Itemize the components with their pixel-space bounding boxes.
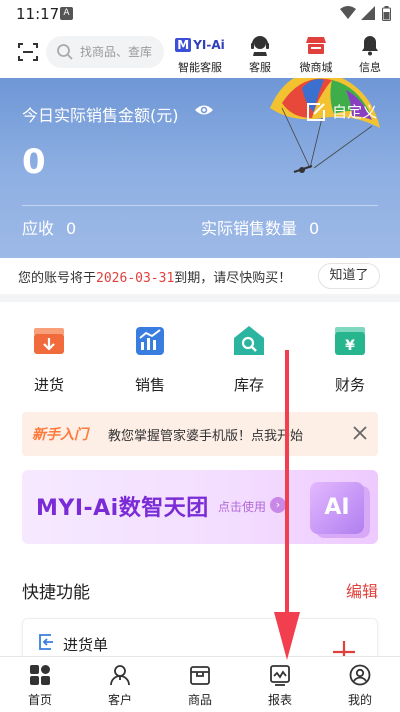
top-bar: MYI-Ai 智能客服 客服 微商城 信息	[0, 28, 400, 78]
tab-reports[interactable]: 报表	[250, 663, 310, 708]
grid-item-sales[interactable]: 销售	[115, 324, 185, 395]
customer-icon	[110, 665, 130, 686]
wifi-icon	[340, 6, 356, 19]
tab-goods[interactable]: 商品	[170, 663, 230, 708]
purchase-order-icon	[39, 634, 53, 650]
beginner-tag: 新手入门	[32, 427, 88, 443]
status-bar: 11:17 A	[0, 0, 400, 28]
customer-service-label: 客服	[249, 61, 271, 74]
home-grid-icon	[30, 665, 50, 685]
search-icon	[57, 44, 73, 60]
expiry-notice: 您的账号将于2026-03-31到期，请尽快购买！ 知道了	[0, 258, 400, 294]
micro-mall-button[interactable]: 微商城	[288, 34, 344, 75]
status-time: 11:17	[16, 5, 60, 23]
headset-icon	[251, 36, 269, 56]
smart-service-button[interactable]: M YI-Ai 智能客服	[172, 34, 228, 75]
beginner-guide-banner[interactable]: 新手入门 教您掌握管家婆手机版！点我开始	[22, 412, 378, 456]
grid-item-finance[interactable]: ¥ 财务	[315, 324, 385, 395]
chevron-right-icon: ›	[270, 497, 286, 513]
notification-a-icon: A	[60, 7, 73, 20]
purchase-icon	[34, 328, 64, 354]
messages-button[interactable]: 信息	[342, 34, 398, 75]
bottom-tab-bar: 首页 客户 商品 报表 我的	[0, 656, 400, 712]
customize-button[interactable]: 自定义	[332, 101, 377, 122]
quick-functions-title: 快捷功能	[22, 583, 90, 603]
sales-amount-title: 今日实际销售金额(元)	[22, 106, 179, 125]
goods-icon	[190, 666, 210, 685]
ai-badge: AI	[310, 482, 364, 534]
report-icon	[270, 665, 290, 686]
tab-home[interactable]: 首页	[10, 663, 70, 708]
acknowledge-button[interactable]: 知道了	[318, 263, 380, 289]
customer-service-button[interactable]: 客服	[232, 34, 288, 75]
messages-label: 信息	[359, 61, 381, 74]
ai-team-brand: MYI-Ai数智天团	[36, 496, 209, 521]
sales-summary-card: 今日实际销售金额(元) 0 自定义 应收 0 实际销售数量 0	[0, 78, 400, 258]
quick-functions-edit-button[interactable]: 编辑	[346, 578, 378, 602]
receivable: 应收 0	[22, 219, 77, 238]
myi-ai-logo: M YI-Ai	[175, 38, 225, 52]
ai-use-link[interactable]: 点击使用	[218, 498, 266, 515]
finance-icon: ¥	[335, 327, 365, 355]
eye-icon[interactable]	[194, 101, 214, 119]
profile-icon	[349, 664, 371, 686]
edit-icon[interactable]	[306, 102, 326, 122]
sales-chart-icon	[136, 327, 164, 355]
tab-customers[interactable]: 客户	[90, 663, 150, 708]
parasail-image	[270, 78, 380, 173]
main-panel: 进货 销售 库存 ¥ 财务 新手入门 教您掌握管家婆手机版！点我开始 MYI-A…	[0, 302, 400, 664]
quick-item-label: 进货单	[63, 636, 109, 654]
expiry-notice-text: 您的账号将于2026-03-31到期，请尽快购买！	[18, 271, 292, 286]
search-box[interactable]	[46, 36, 164, 68]
sales-amount-value: 0	[22, 142, 46, 182]
signal-icon	[361, 6, 375, 20]
scan-icon[interactable]	[16, 40, 40, 64]
warehouse-icon	[234, 326, 264, 355]
sales-quantity: 实际销售数量 0	[201, 219, 320, 238]
ai-team-banner[interactable]: MYI-Ai数智天团 点击使用 › AI	[22, 470, 378, 544]
search-input[interactable]	[80, 42, 160, 62]
grid-item-purchase[interactable]: 进货	[14, 324, 84, 395]
battery-icon	[382, 6, 391, 21]
svg-text:¥: ¥	[345, 338, 355, 354]
bell-icon	[362, 36, 378, 56]
smart-service-label: 智能客服	[178, 61, 222, 74]
beginner-text: 教您掌握管家婆手机版！点我开始	[108, 429, 304, 444]
close-icon[interactable]	[352, 425, 368, 441]
divider	[22, 205, 378, 206]
store-icon	[306, 37, 326, 54]
tab-me[interactable]: 我的	[330, 663, 390, 708]
expiry-date: 2026-03-31	[96, 271, 175, 286]
grid-item-inventory[interactable]: 库存	[214, 324, 284, 395]
micro-mall-label: 微商城	[299, 61, 333, 74]
